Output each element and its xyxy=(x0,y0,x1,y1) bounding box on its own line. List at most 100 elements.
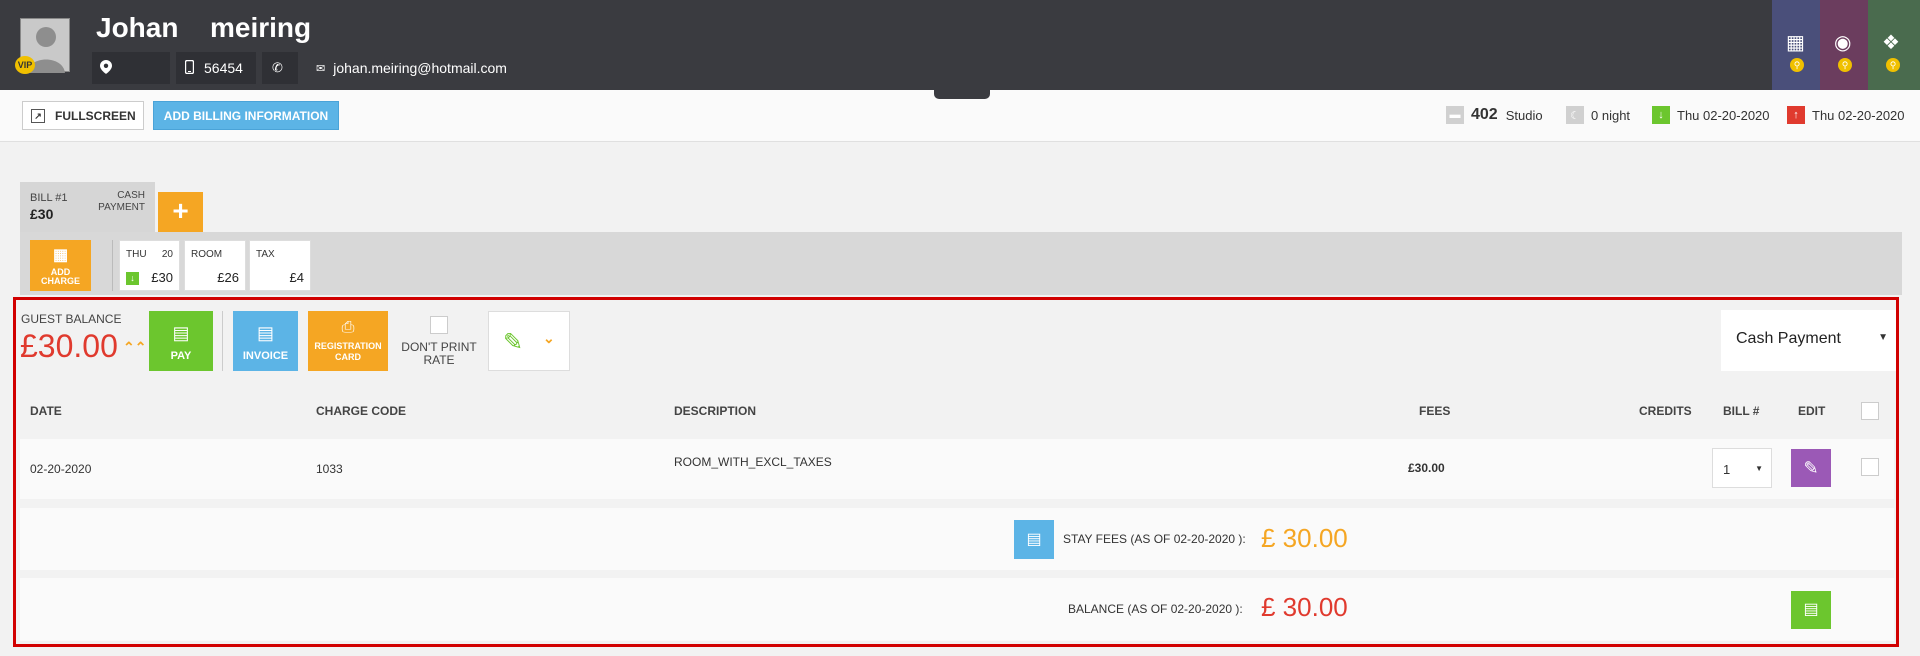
chevron-double-up-icon[interactable]: ⌃⌃ xyxy=(123,339,146,356)
bill-tab-1[interactable]: BILL #1 £30 CASH PAYMENT xyxy=(20,182,155,232)
charge-card-tax[interactable]: TAX £4 xyxy=(249,240,311,291)
fullscreen-button[interactable]: ↗ FULLSCREEN xyxy=(22,101,144,130)
departure-arrow-icon: ↑ xyxy=(1787,106,1805,124)
calculator-icon: ▦ xyxy=(52,247,69,264)
phone-field[interactable]: ✆ xyxy=(262,52,298,84)
card-label: ROOM xyxy=(191,249,223,260)
guest-last-name[interactable]: meiring xyxy=(210,12,311,44)
side-tab-globe[interactable]: ◉ ⚲ xyxy=(1820,0,1868,90)
magnifier-icon: ⚲ xyxy=(1838,58,1852,72)
column-description[interactable]: DESCRIPTION xyxy=(674,404,756,418)
email-address: johan.meiring@hotmail.com xyxy=(333,60,507,76)
charge-card-day[interactable]: THU 20 ↓ £30 xyxy=(119,240,180,291)
card-value: £30 xyxy=(151,270,173,285)
dont-print-line2: RATE xyxy=(423,353,455,367)
column-date[interactable]: DATE xyxy=(30,404,62,418)
signature-toggle-button[interactable]: ✎ ⌄ xyxy=(488,311,570,371)
column-fees[interactable]: FEES xyxy=(1419,404,1450,418)
mobile-phone-icon xyxy=(184,59,195,77)
add-charge-button[interactable]: ▦ ADD CHARGE xyxy=(30,240,91,291)
location-pin-icon xyxy=(100,59,112,77)
building-icon: ▦ xyxy=(1786,32,1805,54)
registration-card-button[interactable]: ⎙ REGISTRATION CARD xyxy=(308,311,388,371)
address-field[interactable] xyxy=(92,52,170,84)
envelope-icon: ✉ xyxy=(316,62,326,75)
guest-balance-label: GUEST BALANCE xyxy=(21,312,122,326)
side-tab-building[interactable]: ▦ ⚲ xyxy=(1772,0,1820,90)
chevron-down-icon: ▼ xyxy=(1878,332,1888,343)
header-collapse-handle[interactable] xyxy=(934,90,990,99)
column-edit: EDIT xyxy=(1798,404,1826,418)
arrival-summary: ↓ Thu 02-20-2020 xyxy=(1652,105,1770,125)
select-all-checkbox[interactable] xyxy=(1861,402,1879,420)
magnifier-icon: ⚲ xyxy=(1886,58,1900,72)
receipt-button[interactable]: ▤ xyxy=(1014,520,1054,559)
card-value: £4 xyxy=(289,270,304,285)
wallet-icon: ▤ xyxy=(172,323,190,343)
printer-icon: ⎙ xyxy=(341,319,355,336)
stay-fees-row: ▤ STAY FEES (AS OF 02-20-2020 ): £ 30.00 xyxy=(20,508,1894,570)
balance-value: £ 30.00 xyxy=(1261,592,1348,622)
arrival-arrow-icon: ↓ xyxy=(126,272,139,285)
column-bill-number[interactable]: BILL # xyxy=(1723,404,1759,418)
row-date: 02-20-2020 xyxy=(30,462,92,476)
row-checkbox[interactable] xyxy=(1861,458,1879,476)
charge-card-room[interactable]: ROOM £26 xyxy=(184,240,246,291)
add-bill-button[interactable]: + xyxy=(158,192,203,232)
pay-label: PAY xyxy=(170,350,192,362)
arrival-arrow-icon: ↓ xyxy=(1652,106,1670,124)
card-extra: 20 xyxy=(161,249,173,260)
document-icon: ▤ xyxy=(256,323,274,343)
bed-icon: ▬ xyxy=(1446,106,1464,124)
table-row[interactable]: 02-20-2020 1033 ROOM_WITH_EXCL_TAXES £30… xyxy=(20,439,1894,499)
invoice-button[interactable]: ▤ INVOICE xyxy=(233,311,298,371)
bill-tab-method-line2: PAYMENT xyxy=(98,202,145,213)
column-charge-code[interactable]: CHARGE CODE xyxy=(316,404,406,418)
arrival-date: Thu 02-20-2020 xyxy=(1677,107,1770,123)
magnifier-icon: ⚲ xyxy=(1790,58,1804,72)
wallet-icon: ▤ xyxy=(1803,601,1819,618)
pay-balance-button[interactable]: ▤ xyxy=(1791,591,1831,629)
departure-summary: ↑ Thu 02-20-2020 xyxy=(1787,105,1905,125)
edit-row-button[interactable]: ✎ xyxy=(1791,449,1831,487)
card-label: THU xyxy=(126,249,147,260)
fullscreen-label: FULLSCREEN xyxy=(55,108,136,123)
invoice-label: INVOICE xyxy=(242,350,289,362)
bill-tab-title: BILL #1 xyxy=(30,192,68,204)
pay-button[interactable]: ▤ PAY xyxy=(149,311,213,371)
chevron-down-icon: ▼ xyxy=(1755,464,1763,473)
room-number: 402 xyxy=(1471,106,1498,123)
email-field[interactable]: ✉ johan.meiring@hotmail.com xyxy=(304,52,544,84)
mobile-number: 56454 xyxy=(204,60,243,76)
card-value: £26 xyxy=(217,270,239,285)
bill-tab-amount: £30 xyxy=(30,206,54,222)
nights-summary: ☾ 0 night xyxy=(1566,105,1630,125)
chevron-double-down-icon: ⌄ xyxy=(543,330,555,346)
side-tab-network[interactable]: ❖ ⚲ xyxy=(1868,0,1920,90)
dont-print-rate-label: DON'T PRINT RATE xyxy=(400,341,478,367)
add-billing-information-button[interactable]: ADD BILLING INFORMATION xyxy=(153,101,339,130)
card-label: TAX xyxy=(256,249,275,260)
column-credits[interactable]: CREDITS xyxy=(1639,404,1692,418)
payment-method-select[interactable]: Cash Payment ▼ xyxy=(1721,310,1896,371)
guest-first-name[interactable]: Johan xyxy=(96,12,178,44)
signature-pen-icon: ✎ xyxy=(503,329,524,356)
receipt-icon: ▤ xyxy=(1026,531,1042,548)
mobile-field[interactable]: 56454 xyxy=(176,52,256,84)
row-charge-code: 1033 xyxy=(316,462,343,476)
balance-label: BALANCE (AS OF 02-20-2020 ): xyxy=(1068,602,1243,616)
bill-tab-method: CASH PAYMENT xyxy=(98,190,145,214)
dont-print-rate-checkbox[interactable] xyxy=(430,316,448,334)
stay-fees-value: £ 30.00 xyxy=(1261,523,1348,553)
network-icon: ❖ xyxy=(1882,32,1900,54)
nights-value: 0 night xyxy=(1591,107,1631,123)
bill-number-select[interactable]: 1 ▼ xyxy=(1712,448,1772,488)
room-summary: ▬ 402 Studio xyxy=(1446,105,1543,125)
globe-icon: ◉ xyxy=(1834,32,1852,54)
add-billing-label: ADD BILLING INFORMATION xyxy=(163,108,329,123)
pencil-icon: ✎ xyxy=(1803,458,1819,478)
registration-line2: CARD xyxy=(335,352,361,362)
registration-line1: REGISTRATION xyxy=(314,341,382,351)
row-fees: £30.00 xyxy=(1408,461,1445,475)
vip-badge: VIP xyxy=(15,56,35,74)
